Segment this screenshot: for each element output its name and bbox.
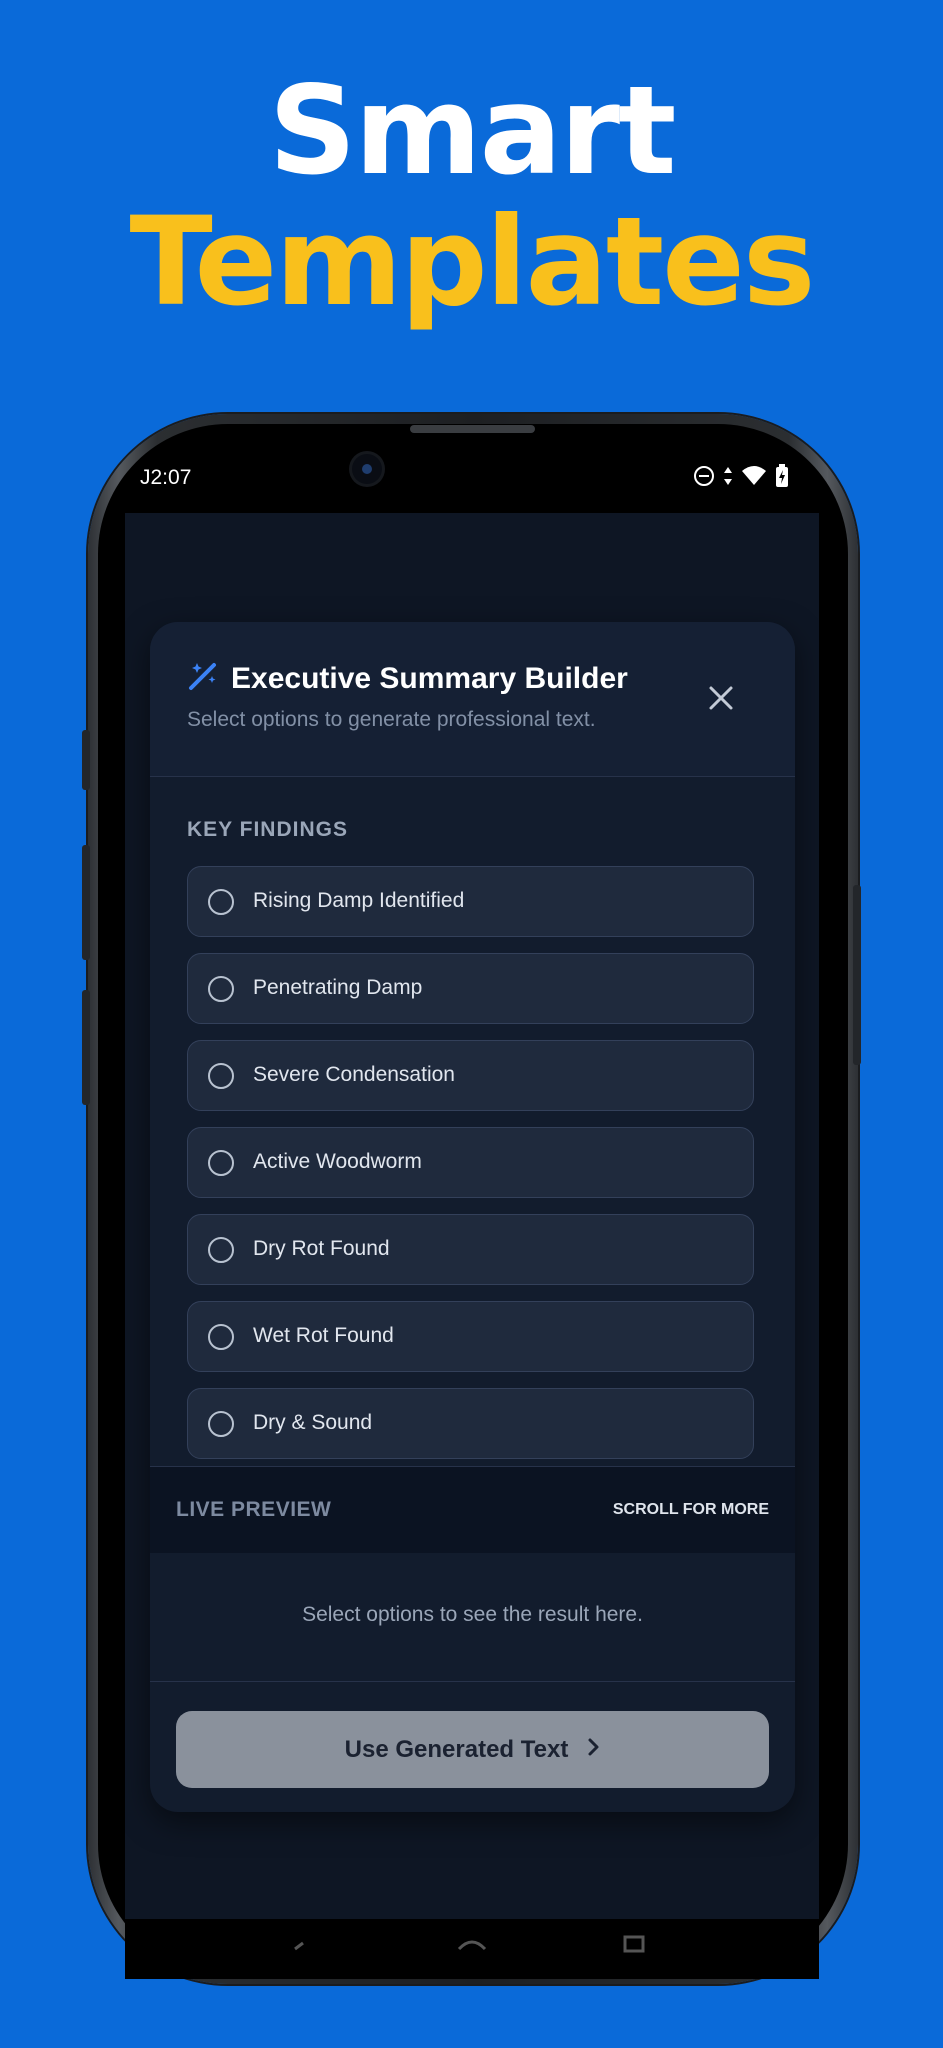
radio-unchecked-icon: [208, 889, 234, 915]
use-button-content: Use Generated Text: [176, 1711, 769, 1788]
magic-wand-icon: [187, 660, 219, 697]
option-dry-rot[interactable]: Dry Rot Found: [187, 1214, 754, 1285]
dialog-title: Executive Summary Builder: [231, 661, 628, 695]
option-penetrating-damp[interactable]: Penetrating Damp: [187, 953, 754, 1024]
use-button-label: Use Generated Text: [344, 1735, 569, 1763]
side-button-left-3: [82, 990, 90, 1105]
side-button-left-2: [82, 845, 90, 960]
wifi-icon: [741, 465, 767, 492]
status-time: J2:07: [140, 466, 192, 489]
status-icons: [693, 464, 789, 493]
hero-title-line1: Smart: [268, 60, 677, 202]
option-rising-damp[interactable]: Rising Damp Identified: [187, 866, 754, 937]
use-generated-text-button[interactable]: Use Generated Text: [176, 1711, 769, 1788]
back-icon: [294, 1941, 304, 1951]
radio-unchecked-icon: [208, 1237, 234, 1263]
option-label: Penetrating Damp: [253, 976, 423, 999]
dialog-subtitle: Select options to generate professional …: [187, 708, 596, 731]
radio-unchecked-icon: [208, 1411, 234, 1437]
hero-title-line2: Templates: [129, 191, 815, 333]
do-not-disturb-icon: [693, 465, 715, 492]
speaker-grille: [410, 425, 535, 433]
radio-unchecked-icon: [208, 976, 234, 1002]
close-icon: [703, 686, 739, 720]
data-arrows-icon: [723, 465, 733, 492]
radio-unchecked-icon: [208, 1150, 234, 1176]
executive-summary-dialog: Executive Summary Builder Select options…: [150, 622, 795, 1812]
scroll-for-more-hint: SCROLL FOR MORE: [612, 1501, 769, 1518]
side-button-left-1: [82, 730, 90, 790]
live-preview-area: Select options to see the result here.: [150, 1553, 795, 1682]
chevron-right-icon: [586, 1737, 600, 1762]
option-label: Dry Rot Found: [253, 1237, 390, 1260]
option-label: Wet Rot Found: [253, 1324, 394, 1347]
dialog-header: Executive Summary Builder Select options…: [150, 622, 795, 777]
camera-lens: [362, 464, 372, 474]
nav-bar-icons: [294, 1935, 645, 1953]
section-label-key-findings: KEY FINDINGS: [187, 818, 348, 841]
option-label: Active Woodworm: [253, 1150, 422, 1173]
system-nav-bar: [125, 1919, 819, 1979]
battery-charging-icon: [775, 464, 789, 493]
dialog-title-row: Executive Summary Builder: [187, 660, 628, 697]
option-label: Severe Condensation: [253, 1063, 455, 1086]
option-active-woodworm[interactable]: Active Woodworm: [187, 1127, 754, 1198]
preview-empty-text: Select options to see the result here.: [302, 1603, 643, 1626]
live-preview-header: LIVE PREVIEW SCROLL FOR MORE: [150, 1466, 795, 1554]
recents-icon: [623, 1935, 645, 1953]
option-label: Rising Damp Identified: [253, 889, 465, 912]
home-icon: [457, 1940, 487, 1951]
radio-unchecked-icon: [208, 1063, 234, 1089]
radio-unchecked-icon: [208, 1324, 234, 1350]
option-severe-condensation[interactable]: Severe Condensation: [187, 1040, 754, 1111]
option-wet-rot[interactable]: Wet Rot Found: [187, 1301, 754, 1372]
close-button[interactable]: [703, 680, 739, 716]
option-label: Dry & Sound: [253, 1411, 373, 1434]
option-dry-and-sound[interactable]: Dry & Sound: [187, 1388, 754, 1459]
side-button-right: [853, 885, 861, 1065]
status-bar: J2:07: [125, 440, 819, 513]
live-preview-label: LIVE PREVIEW: [176, 1498, 332, 1521]
